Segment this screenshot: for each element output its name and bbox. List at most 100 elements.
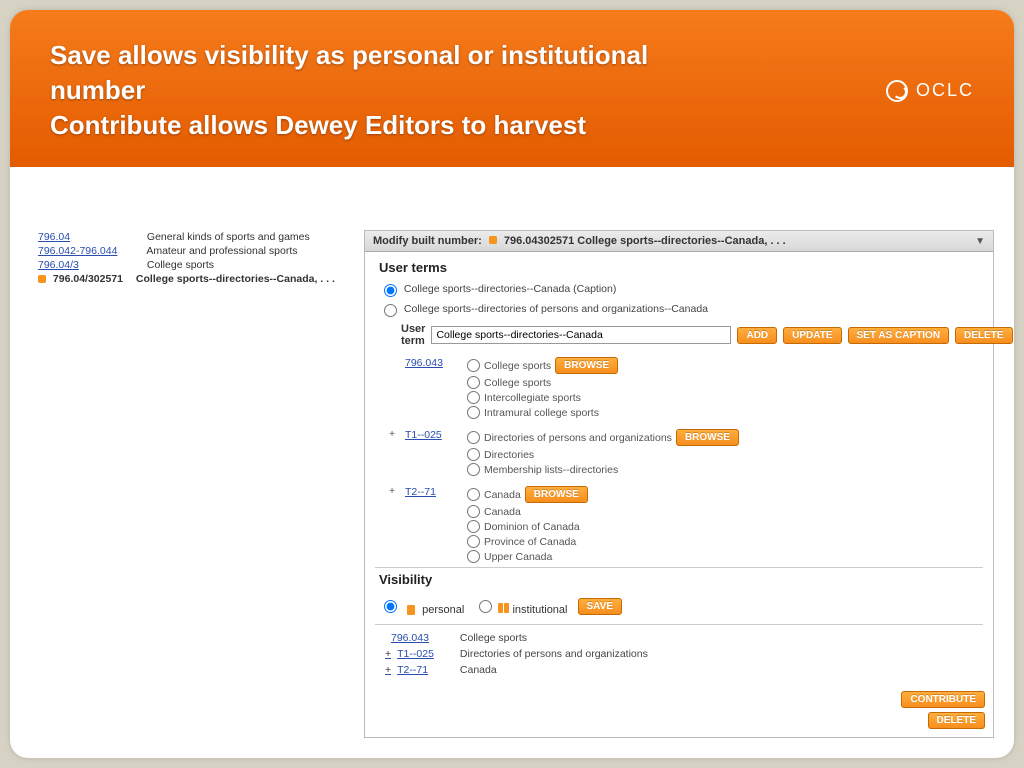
built-number-text: 796.04302571 College sports--directories… <box>504 235 786 247</box>
tree-number-current: 796.04/302571 <box>53 273 123 285</box>
summary-table: 796.043 +T1--025 +T2--71 College sports … <box>365 627 993 684</box>
panel-header: Modify built number: 796.04302571 Colleg… <box>365 231 993 252</box>
summary-label: Directories of persons and organizations <box>460 647 648 663</box>
collapse-chevron-icon[interactable]: ▼ <box>975 236 985 247</box>
update-button[interactable]: UPDATE <box>783 327 841 344</box>
alt-option-row[interactable]: College sports--directories of persons a… <box>365 299 993 319</box>
term-option: College sports <box>484 377 551 389</box>
alt-radio[interactable] <box>384 304 397 317</box>
user-terms-title: User terms <box>365 252 993 279</box>
institutional-label: institutional <box>512 604 567 616</box>
title-line-2: Contribute allows Dewey Editors to harve… <box>50 110 586 140</box>
caption-radio[interactable] <box>384 284 397 297</box>
term-radio[interactable] <box>467 505 480 518</box>
term-option: Membership lists--directories <box>484 464 618 476</box>
term-radio[interactable] <box>467 376 480 389</box>
personal-icon <box>407 605 415 615</box>
save-button[interactable]: SAVE <box>578 598 623 615</box>
divider <box>375 567 983 568</box>
tree-label: Amateur and professional sports <box>146 245 297 257</box>
oclc-swirl-icon <box>886 80 908 102</box>
modify-label: Modify built number: <box>373 235 482 247</box>
class-group: + T2--71 Canada BROWSE Canada Dominion o… <box>365 484 993 565</box>
visibility-institutional[interactable]: institutional <box>474 597 567 616</box>
term-option: Intercollegiate sports <box>484 392 581 404</box>
tree-row[interactable]: 796.042-796.044 Amateur and professional… <box>38 244 338 258</box>
expand-icon[interactable]: + <box>387 429 397 440</box>
tree-label: General kinds of sports and games <box>147 231 310 243</box>
personal-label: personal <box>422 604 464 616</box>
term-option: Dominion of Canada <box>484 521 580 533</box>
term-radio[interactable] <box>467 359 480 372</box>
class-group: + T1--025 Directories of persons and org… <box>365 427 993 478</box>
delete-button[interactable]: DELETE <box>955 327 1012 344</box>
term-radio[interactable] <box>467 406 480 419</box>
personal-radio[interactable] <box>384 600 397 613</box>
delete-summary-button[interactable]: DELETE <box>928 712 985 729</box>
term-option: Canada <box>484 506 521 518</box>
contribute-button[interactable]: CONTRIBUTE <box>901 691 985 708</box>
classification-tree: 796.04 General kinds of sports and games… <box>38 230 338 286</box>
institutional-icon <box>498 603 509 613</box>
user-term-label: User term <box>401 323 425 347</box>
modify-panel: Modify built number: 796.04302571 Colleg… <box>364 230 994 738</box>
slide: Save allows visibility as personal or in… <box>10 10 1014 758</box>
summary-actions: CONTRIBUTE DELETE <box>901 691 985 729</box>
content-area: 796.04 General kinds of sports and games… <box>38 230 994 738</box>
term-radio[interactable] <box>467 431 480 444</box>
tree-row-current[interactable]: 796.04/302571 College sports--directorie… <box>38 272 338 286</box>
tree-label: College sports--directories--Canada, . .… <box>136 273 335 285</box>
divider <box>375 624 983 625</box>
class-link[interactable]: 796.043 <box>405 357 459 369</box>
term-option: Intramural college sports <box>484 407 599 419</box>
summary-label: College sports <box>460 631 648 647</box>
caption-option-label: College sports--directories--Canada (Cap… <box>404 283 616 295</box>
term-radio[interactable] <box>467 488 480 501</box>
set-caption-button[interactable]: SET AS CAPTION <box>848 327 950 344</box>
oclc-brand-text: OCLC <box>916 80 974 101</box>
tree-number-link[interactable]: 796.04 <box>38 231 128 243</box>
summary-link-row[interactable]: +T2--71 <box>385 663 434 679</box>
term-radio[interactable] <box>467 520 480 533</box>
term-option: Province of Canada <box>484 536 576 548</box>
term-radio[interactable] <box>467 391 480 404</box>
visibility-row: personal institutional SAVE <box>365 591 993 622</box>
alt-option-label: College sports--directories of persons a… <box>404 303 708 315</box>
class-link[interactable]: T2--71 <box>405 486 459 498</box>
term-option: Directories of persons and organizations <box>484 432 672 444</box>
term-option: Directories <box>484 449 534 461</box>
term-option: College sports <box>484 360 551 372</box>
title-line-1: Save allows visibility as personal or in… <box>50 40 648 105</box>
term-radio[interactable] <box>467 535 480 548</box>
term-radio[interactable] <box>467 448 480 461</box>
visibility-title: Visibility <box>365 570 993 591</box>
expand-icon[interactable]: + <box>387 486 397 497</box>
visibility-personal[interactable]: personal <box>379 597 464 616</box>
tree-row[interactable]: 796.04 General kinds of sports and games <box>38 230 338 244</box>
tree-label: College sports <box>147 259 214 271</box>
term-option: Upper Canada <box>484 551 552 563</box>
browse-button[interactable]: BROWSE <box>676 429 739 446</box>
current-marker-icon <box>38 275 46 283</box>
summary-link-row[interactable]: 796.043 <box>385 631 434 647</box>
tree-number-link[interactable]: 796.04/3 <box>38 259 128 271</box>
number-marker-icon <box>489 236 497 244</box>
browse-button[interactable]: BROWSE <box>555 357 618 374</box>
add-button[interactable]: ADD <box>737 327 777 344</box>
oclc-logo: OCLC <box>886 80 974 102</box>
user-term-row: User term ADD UPDATE SET AS CAPTION DELE… <box>365 319 993 355</box>
user-term-input[interactable] <box>431 326 731 344</box>
tree-number-link[interactable]: 796.042-796.044 <box>38 245 128 257</box>
term-radio[interactable] <box>467 463 480 476</box>
slide-header: Save allows visibility as personal or in… <box>10 10 1014 167</box>
browse-button[interactable]: BROWSE <box>525 486 588 503</box>
slide-title: Save allows visibility as personal or in… <box>50 38 690 143</box>
institutional-radio[interactable] <box>479 600 492 613</box>
caption-option-row[interactable]: College sports--directories--Canada (Cap… <box>365 279 993 299</box>
summary-link-row[interactable]: +T1--025 <box>385 647 434 663</box>
term-option: Canada <box>484 489 521 501</box>
term-radio[interactable] <box>467 550 480 563</box>
class-link[interactable]: T1--025 <box>405 429 459 441</box>
tree-row[interactable]: 796.04/3 College sports <box>38 258 338 272</box>
class-group: 796.043 College sports BROWSE College sp… <box>365 355 993 421</box>
